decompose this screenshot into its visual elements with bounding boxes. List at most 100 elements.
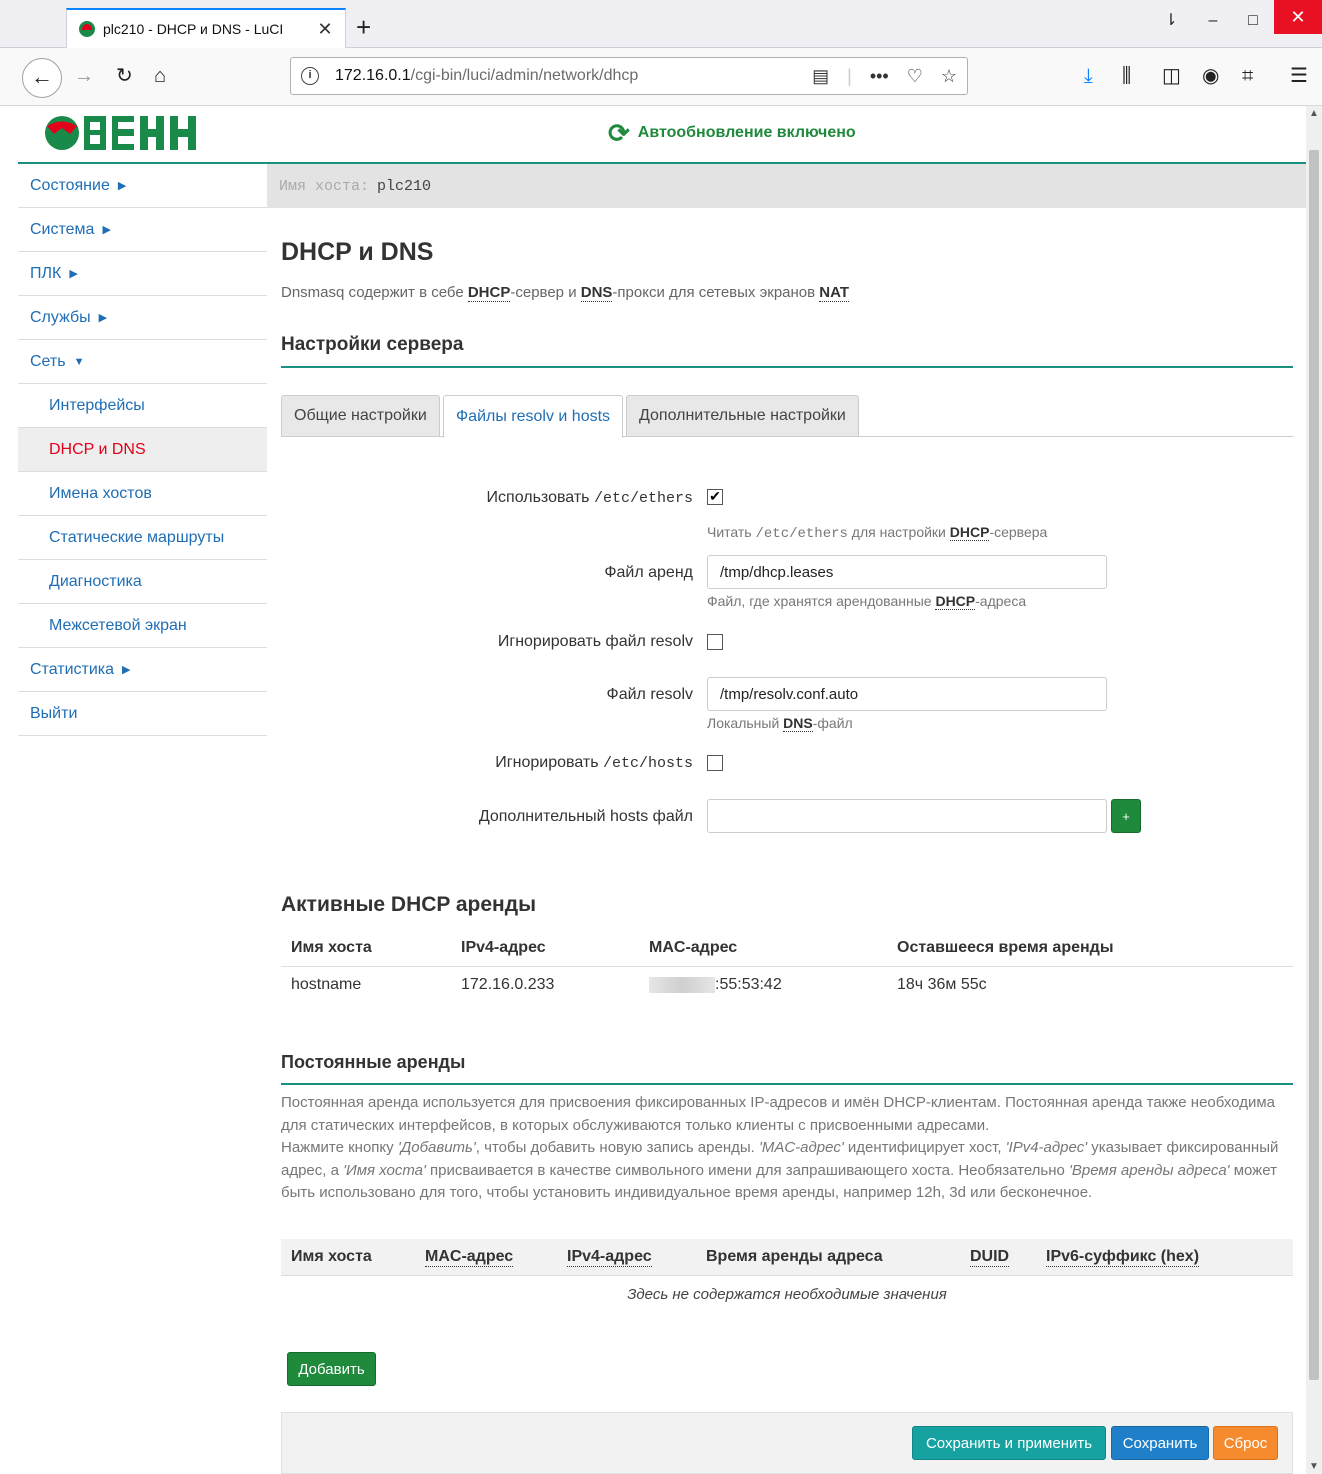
logo-graphic <box>45 116 196 150</box>
sidebar-item-static-routes[interactable]: Статические маршруты <box>18 516 267 560</box>
sidebar-item-logout[interactable]: Выйти <box>18 692 267 736</box>
caret-right-icon: ▶ <box>69 268 78 280</box>
hostname-bar: Имя хоста: plc210 <box>267 164 1306 208</box>
label-text: Использовать <box>486 489 594 506</box>
sidebar-toggle-icon[interactable]: ◫ <box>1162 62 1181 90</box>
page-title: DHCP и DNS <box>281 238 434 266</box>
sidebar-item-label: ПЛК <box>30 264 62 282</box>
home-icon[interactable]: ⌂ <box>154 62 166 90</box>
server-settings-title: Настройки сервера <box>281 334 1293 368</box>
sidebar-item-services[interactable]: Службы ▶ <box>18 296 267 340</box>
noresolv-label: Игнорировать файл resolv <box>497 633 693 650</box>
sidebar-item-label: DHCP и DNS <box>49 440 146 458</box>
tab-advanced[interactable]: Дополнительные настройки <box>626 395 859 437</box>
lease-remaining: 18ч 36м 55с <box>887 965 1293 1004</box>
new-tab-icon[interactable]: + <box>356 14 371 40</box>
window-close-icon[interactable]: ✕ <box>1274 0 1322 34</box>
desc-em: 'Имя хоста' <box>343 1161 426 1179</box>
url-bar[interactable]: i 172.16.0.1/cgi-bin/luci/admin/network/… <box>290 57 968 95</box>
lease-mac: :55:53:42 <box>715 976 782 994</box>
col-ipv4: IPv4-адрес <box>461 938 546 956</box>
sidebar-item-plc[interactable]: ПЛК ▶ <box>18 252 267 296</box>
mac-redacted <box>649 977 715 994</box>
tab-overflow-icon[interactable]: ⇂ <box>1150 8 1192 34</box>
tab-resolv-hosts[interactable]: Файлы resolv и hosts <box>443 395 624 438</box>
noresolv-checkbox[interactable] <box>707 634 723 650</box>
abbr-dhcp: DHCP <box>935 593 976 610</box>
addnhosts-input[interactable] <box>707 799 1107 833</box>
label-code: /etc/ethers <box>593 490 693 507</box>
forward-icon[interactable]: → <box>74 62 94 90</box>
static-leases-empty: Здесь не содержатся необходимые значения <box>281 1275 1293 1313</box>
desc-em: 'IPv4-адрес' <box>1005 1139 1088 1156</box>
maximize-icon[interactable]: □ <box>1232 8 1274 34</box>
leasefile-input[interactable] <box>707 555 1107 589</box>
reload-icon[interactable]: ↻ <box>116 62 133 90</box>
col-hostname: Имя хоста <box>291 1248 372 1265</box>
page-scrollbar[interactable]: ▲ ▼ <box>1306 106 1322 1474</box>
close-tab-icon[interactable]: ✕ <box>315 19 335 40</box>
info-icon[interactable]: i <box>301 67 319 85</box>
save-apply-button[interactable]: Сохранить и применить <box>912 1426 1106 1460</box>
hostname-label: Имя хоста: <box>279 177 370 195</box>
browser-tab[interactable]: plc210 - DHCP и DNS - LuCI ✕ <box>66 8 346 48</box>
caret-right-icon: ▶ <box>122 664 131 676</box>
pocket-icon[interactable]: ♡ <box>907 66 923 87</box>
desc-em: 'Добавить' <box>397 1139 476 1156</box>
reader-view-icon[interactable]: ▤ <box>812 66 829 87</box>
tab-general[interactable]: Общие настройки <box>281 395 440 437</box>
resolvfile-hint: Локальный DNS-файл <box>707 715 853 732</box>
minimize-icon[interactable]: – <box>1192 8 1234 34</box>
addnhosts-add-button[interactable]: + <box>1111 799 1141 833</box>
col-hostname: Имя хоста <box>291 938 372 956</box>
browser-nav-bar: ← → ↻ ⌂ i 172.16.0.1/cgi-bin/luci/admin/… <box>0 48 1322 106</box>
sidebar-item-status[interactable]: Состояние ▶ <box>18 164 267 208</box>
desc-paragraph: Постоянная аренда используется для присв… <box>281 1094 1275 1134</box>
sidebar-item-statistics[interactable]: Статистика ▶ <box>18 648 267 692</box>
resolvfile-input[interactable] <box>707 677 1107 711</box>
sidebar-item-interfaces[interactable]: Интерфейсы <box>18 384 267 428</box>
add-lease-button[interactable]: Добавить <box>287 1352 376 1386</box>
oven-logo[interactable] <box>44 114 200 152</box>
hostname-value: plc210 <box>377 177 432 195</box>
save-button[interactable]: Сохранить <box>1111 1426 1209 1460</box>
sidebar-item-hostnames[interactable]: Имена хостов <box>18 472 267 516</box>
scroll-thumb[interactable] <box>1309 150 1319 1380</box>
bookmark-star-icon[interactable]: ☆ <box>941 66 957 87</box>
back-icon[interactable]: ← <box>22 58 62 98</box>
abbr-dns: DNS <box>580 284 613 302</box>
reset-button[interactable]: Сброс <box>1213 1426 1278 1460</box>
sidebar-item-firewall[interactable]: Межсетевой экран <box>18 604 267 648</box>
page-actions-icon[interactable]: ••• <box>870 66 889 87</box>
sidebar-item-label: Статические маршруты <box>49 528 225 546</box>
favicon-icon <box>79 21 95 37</box>
account-icon[interactable]: ◉ <box>1202 62 1219 90</box>
sidebar-item-system[interactable]: Система ▶ <box>18 208 267 252</box>
sidebar-item-dhcp-dns[interactable]: DHCP и DNS <box>18 428 267 472</box>
nohosts-checkbox[interactable] <box>707 755 723 771</box>
autorefresh-toggle[interactable]: ⟳ Автообновление включено <box>608 120 856 146</box>
label-code: /etc/hosts <box>602 755 693 772</box>
sidebar-item-label: Интерфейсы <box>49 396 145 414</box>
use-ethers-checkbox[interactable]: ✔ <box>707 489 723 505</box>
abbr-dhcp: DHCP <box>949 524 990 541</box>
scroll-down-icon[interactable]: ▼ <box>1306 1461 1322 1472</box>
scroll-up-icon[interactable]: ▲ <box>1306 108 1322 119</box>
caret-right-icon: ▶ <box>98 312 108 324</box>
leasefile-hint: Файл, где хранятся арендованные DHCP-адр… <box>707 593 1026 610</box>
sidebar-item-network[interactable]: Сеть ▼ <box>18 340 267 384</box>
download-icon[interactable]: ⤓ <box>1084 62 1093 90</box>
crop-icon[interactable]: ⌗ <box>1242 62 1253 90</box>
hint-text: Файл, где хранятся арендованные <box>707 593 936 609</box>
sidebar-item-diagnostics[interactable]: Диагностика <box>18 560 267 604</box>
menu-icon[interactable]: ☰ <box>1290 62 1308 90</box>
addnhosts-label: Дополнительный hosts файл <box>478 808 693 825</box>
col-duid: DUID <box>970 1247 1010 1267</box>
form-actions-bar: Сохранить и применить Сохранить Сброс <box>281 1412 1293 1474</box>
library-icon[interactable]: ⫼ <box>1122 62 1131 90</box>
col-remaining: Оставшееся время аренды <box>897 938 1114 956</box>
sidebar-item-label: Имена хостов <box>49 484 152 502</box>
table-row: hostname 172.16.0.233 :55:53:42 18ч 36м … <box>281 965 1293 1004</box>
sidebar-item-label: Службы <box>30 308 91 326</box>
sidebar-item-label: Система <box>30 220 95 238</box>
